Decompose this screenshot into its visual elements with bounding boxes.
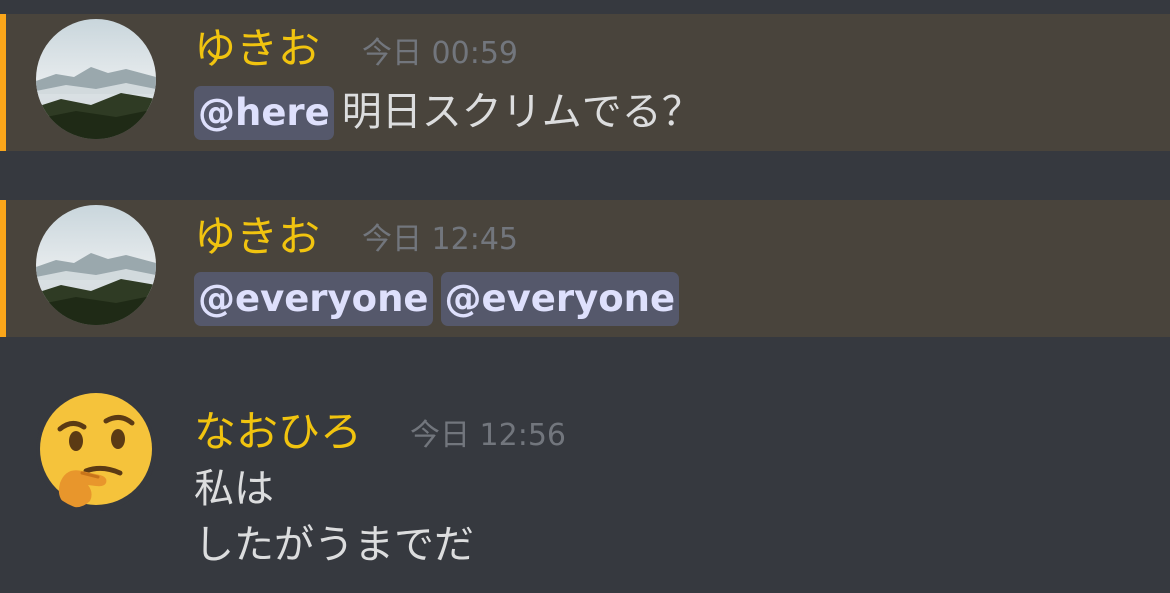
timestamp: 今日 12:56 — [410, 418, 566, 453]
mountain-landscape-icon — [36, 19, 156, 139]
user-avatar[interactable] — [36, 205, 156, 325]
message-item[interactable]: ゆきお 今日 12:45 @everyone @everyone — [0, 200, 1170, 337]
message-item[interactable]: なおひろ 今日 12:56 私は したがうまでだ — [0, 385, 1170, 585]
user-avatar[interactable] — [36, 19, 156, 139]
message-text-line: 私は — [194, 466, 274, 512]
timestamp: 今日 00:59 — [362, 36, 518, 71]
message-text-line: したがうまでだ — [194, 522, 474, 568]
mention-here[interactable]: @here — [194, 86, 334, 140]
mention-everyone[interactable]: @everyone — [194, 272, 433, 326]
message-content: @everyone @everyone — [194, 272, 687, 326]
username[interactable]: ゆきお — [194, 24, 320, 74]
message-content: @here 明日スクリムでる？ — [194, 86, 702, 140]
timestamp: 今日 12:45 — [362, 222, 518, 257]
message-text: 明日スクリムでる？ — [341, 89, 702, 135]
message-item[interactable]: ゆきお 今日 00:59 @here 明日スクリムでる？ — [0, 14, 1170, 151]
username[interactable]: なおひろ — [194, 407, 362, 457]
user-avatar[interactable] — [36, 391, 156, 511]
mountain-landscape-icon — [36, 205, 156, 325]
message-content: 私は したがうまでだ — [194, 463, 474, 571]
username[interactable]: ゆきお — [194, 212, 320, 262]
thinking-face-icon — [36, 391, 156, 511]
mention-everyone[interactable]: @everyone — [440, 272, 680, 326]
